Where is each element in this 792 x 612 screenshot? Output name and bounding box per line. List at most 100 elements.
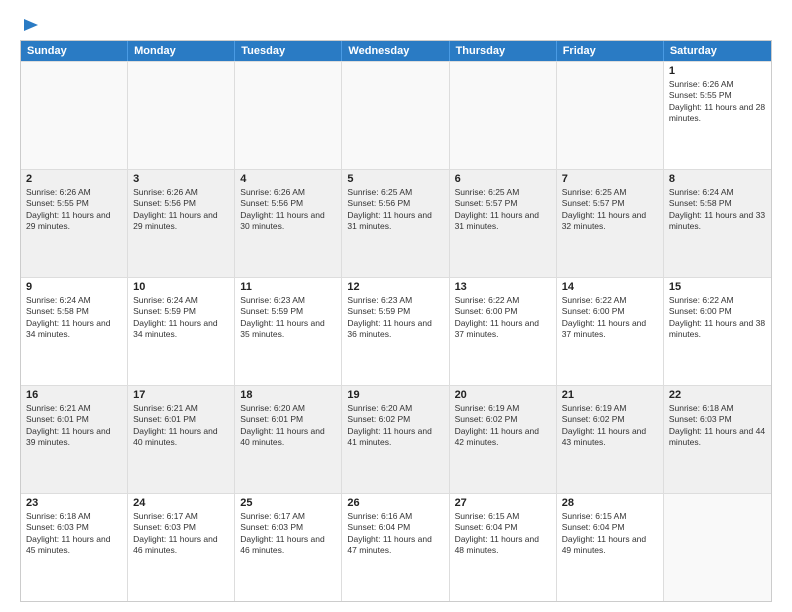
calendar-cell: 14Sunrise: 6:22 AM Sunset: 6:00 PM Dayli… [557, 278, 664, 385]
day-number: 26 [347, 497, 443, 509]
calendar-cell: 11 Sunrise: 6:23 AM Sunset: 5:59 PM Dayli… [235, 278, 342, 385]
logo-flag-icon [22, 16, 40, 34]
calendar-cell: 2 Sunrise: 6:26 AM Sunset: 5:55 PM Daylig… [21, 170, 128, 277]
day-number: 3 [133, 173, 229, 185]
day-info: Sunrise: 6:19 AM Sunset: 6:02 PM Dayligh… [455, 403, 551, 449]
day-number: 11 [240, 281, 336, 293]
calendar-cell [21, 62, 128, 169]
day-number: 18 [240, 389, 336, 401]
day-info: Sunrise: 6:26 AM Sunset: 5:55 PM Dayligh… [26, 187, 122, 233]
day-number: 7 [562, 173, 658, 185]
day-number: 25 [240, 497, 336, 509]
day-info: Sunrise: 6:21 AM Sunset: 6:01 PM Dayligh… [26, 403, 122, 449]
day-number: 5 [347, 173, 443, 185]
day-number: 1 [669, 65, 766, 77]
weekday-header: Sunday [21, 41, 128, 61]
calendar-cell: 6 Sunrise: 6:25 AM Sunset: 5:57 PM Daylig… [450, 170, 557, 277]
calendar-cell: 27 Sunrise: 6:15 AM Sunset: 6:04 PM Dayli… [450, 494, 557, 601]
calendar-cell: 20 Sunrise: 6:19 AM Sunset: 6:02 PM Dayli… [450, 386, 557, 493]
logo [20, 16, 40, 32]
day-info: Sunrise: 6:15 AM Sunset: 6:04 PM Dayligh… [562, 511, 658, 557]
day-info: Sunrise: 6:17 AM Sunset: 6:03 PM Dayligh… [240, 511, 336, 557]
day-info: Sunrise: 6:25 AM Sunset: 5:56 PM Dayligh… [347, 187, 443, 233]
day-number: 23 [26, 497, 122, 509]
day-number: 28 [562, 497, 658, 509]
day-info: Sunrise: 6:26 AM Sunset: 5:55 PM Dayligh… [669, 79, 766, 125]
calendar-row: 1 Sunrise: 6:26 AM Sunset: 5:55 PM Daylig… [21, 61, 771, 169]
calendar-header: SundayMondayTuesdayWednesdayThursdayFrid… [21, 41, 771, 61]
calendar-cell: 8Sunrise: 6:24 AM Sunset: 5:58 PM Daylig… [664, 170, 771, 277]
day-number: 8 [669, 173, 766, 185]
calendar-cell [128, 62, 235, 169]
day-info: Sunrise: 6:22 AM Sunset: 6:00 PM Dayligh… [455, 295, 551, 341]
day-info: Sunrise: 6:17 AM Sunset: 6:03 PM Dayligh… [133, 511, 229, 557]
calendar-cell [450, 62, 557, 169]
calendar-cell [342, 62, 449, 169]
day-info: Sunrise: 6:16 AM Sunset: 6:04 PM Dayligh… [347, 511, 443, 557]
weekday-header: Tuesday [235, 41, 342, 61]
calendar-cell: 18 Sunrise: 6:20 AM Sunset: 6:01 PM Dayli… [235, 386, 342, 493]
day-info: Sunrise: 6:21 AM Sunset: 6:01 PM Dayligh… [133, 403, 229, 449]
day-number: 12 [347, 281, 443, 293]
day-info: Sunrise: 6:24 AM Sunset: 5:58 PM Dayligh… [26, 295, 122, 341]
day-info: Sunrise: 6:25 AM Sunset: 5:57 PM Dayligh… [455, 187, 551, 233]
day-number: 27 [455, 497, 551, 509]
day-info: Sunrise: 6:26 AM Sunset: 5:56 PM Dayligh… [240, 187, 336, 233]
calendar-cell: 9 Sunrise: 6:24 AM Sunset: 5:58 PM Daylig… [21, 278, 128, 385]
day-number: 22 [669, 389, 766, 401]
calendar-cell: 15 Sunrise: 6:22 AM Sunset: 6:00 PM Dayli… [664, 278, 771, 385]
calendar-cell: 23 Sunrise: 6:18 AM Sunset: 6:03 PM Dayli… [21, 494, 128, 601]
calendar-cell: 16 Sunrise: 6:21 AM Sunset: 6:01 PM Dayli… [21, 386, 128, 493]
header [20, 16, 772, 32]
calendar-cell: 24Sunrise: 6:17 AM Sunset: 6:03 PM Dayli… [128, 494, 235, 601]
calendar-cell: 21 Sunrise: 6:19 AM Sunset: 6:02 PM Dayli… [557, 386, 664, 493]
day-number: 2 [26, 173, 122, 185]
calendar-cell: 5 Sunrise: 6:25 AM Sunset: 5:56 PM Daylig… [342, 170, 449, 277]
calendar-cell: 22 Sunrise: 6:18 AM Sunset: 6:03 PM Dayli… [664, 386, 771, 493]
calendar-cell: 7 Sunrise: 6:25 AM Sunset: 5:57 PM Daylig… [557, 170, 664, 277]
day-number: 15 [669, 281, 766, 293]
day-info: Sunrise: 6:25 AM Sunset: 5:57 PM Dayligh… [562, 187, 658, 233]
calendar-cell: 25 Sunrise: 6:17 AM Sunset: 6:03 PM Dayli… [235, 494, 342, 601]
day-info: Sunrise: 6:22 AM Sunset: 6:00 PM Dayligh… [669, 295, 766, 341]
calendar-cell [235, 62, 342, 169]
calendar-cell: 17 Sunrise: 6:21 AM Sunset: 6:01 PM Dayli… [128, 386, 235, 493]
calendar-row: 2 Sunrise: 6:26 AM Sunset: 5:55 PM Daylig… [21, 169, 771, 277]
day-number: 21 [562, 389, 658, 401]
day-number: 10 [133, 281, 229, 293]
calendar-body: 1 Sunrise: 6:26 AM Sunset: 5:55 PM Daylig… [21, 61, 771, 601]
calendar-cell: 19Sunrise: 6:20 AM Sunset: 6:02 PM Dayli… [342, 386, 449, 493]
calendar-row: 23 Sunrise: 6:18 AM Sunset: 6:03 PM Dayli… [21, 493, 771, 601]
day-number: 14 [562, 281, 658, 293]
calendar-cell: 3Sunrise: 6:26 AM Sunset: 5:56 PM Daylig… [128, 170, 235, 277]
day-info: Sunrise: 6:23 AM Sunset: 5:59 PM Dayligh… [240, 295, 336, 341]
calendar: SundayMondayTuesdayWednesdayThursdayFrid… [20, 40, 772, 602]
day-number: 4 [240, 173, 336, 185]
day-number: 13 [455, 281, 551, 293]
calendar-cell: 12Sunrise: 6:23 AM Sunset: 5:59 PM Dayli… [342, 278, 449, 385]
calendar-cell: 26 Sunrise: 6:16 AM Sunset: 6:04 PM Dayli… [342, 494, 449, 601]
day-number: 6 [455, 173, 551, 185]
day-number: 20 [455, 389, 551, 401]
day-info: Sunrise: 6:19 AM Sunset: 6:02 PM Dayligh… [562, 403, 658, 449]
day-number: 17 [133, 389, 229, 401]
calendar-cell: 28 Sunrise: 6:15 AM Sunset: 6:04 PM Dayli… [557, 494, 664, 601]
calendar-cell: 10 Sunrise: 6:24 AM Sunset: 5:59 PM Dayli… [128, 278, 235, 385]
day-info: Sunrise: 6:24 AM Sunset: 5:59 PM Dayligh… [133, 295, 229, 341]
page: SundayMondayTuesdayWednesdayThursdayFrid… [0, 0, 792, 612]
calendar-row: 9 Sunrise: 6:24 AM Sunset: 5:58 PM Daylig… [21, 277, 771, 385]
day-info: Sunrise: 6:20 AM Sunset: 6:01 PM Dayligh… [240, 403, 336, 449]
calendar-cell: 4 Sunrise: 6:26 AM Sunset: 5:56 PM Daylig… [235, 170, 342, 277]
calendar-row: 16 Sunrise: 6:21 AM Sunset: 6:01 PM Dayli… [21, 385, 771, 493]
calendar-cell: 1 Sunrise: 6:26 AM Sunset: 5:55 PM Daylig… [664, 62, 771, 169]
day-info: Sunrise: 6:18 AM Sunset: 6:03 PM Dayligh… [669, 403, 766, 449]
calendar-cell [557, 62, 664, 169]
day-info: Sunrise: 6:18 AM Sunset: 6:03 PM Dayligh… [26, 511, 122, 557]
day-number: 9 [26, 281, 122, 293]
calendar-cell: 13 Sunrise: 6:22 AM Sunset: 6:00 PM Dayli… [450, 278, 557, 385]
weekday-header: Monday [128, 41, 235, 61]
weekday-header: Thursday [450, 41, 557, 61]
weekday-header: Friday [557, 41, 664, 61]
day-number: 16 [26, 389, 122, 401]
day-info: Sunrise: 6:15 AM Sunset: 6:04 PM Dayligh… [455, 511, 551, 557]
